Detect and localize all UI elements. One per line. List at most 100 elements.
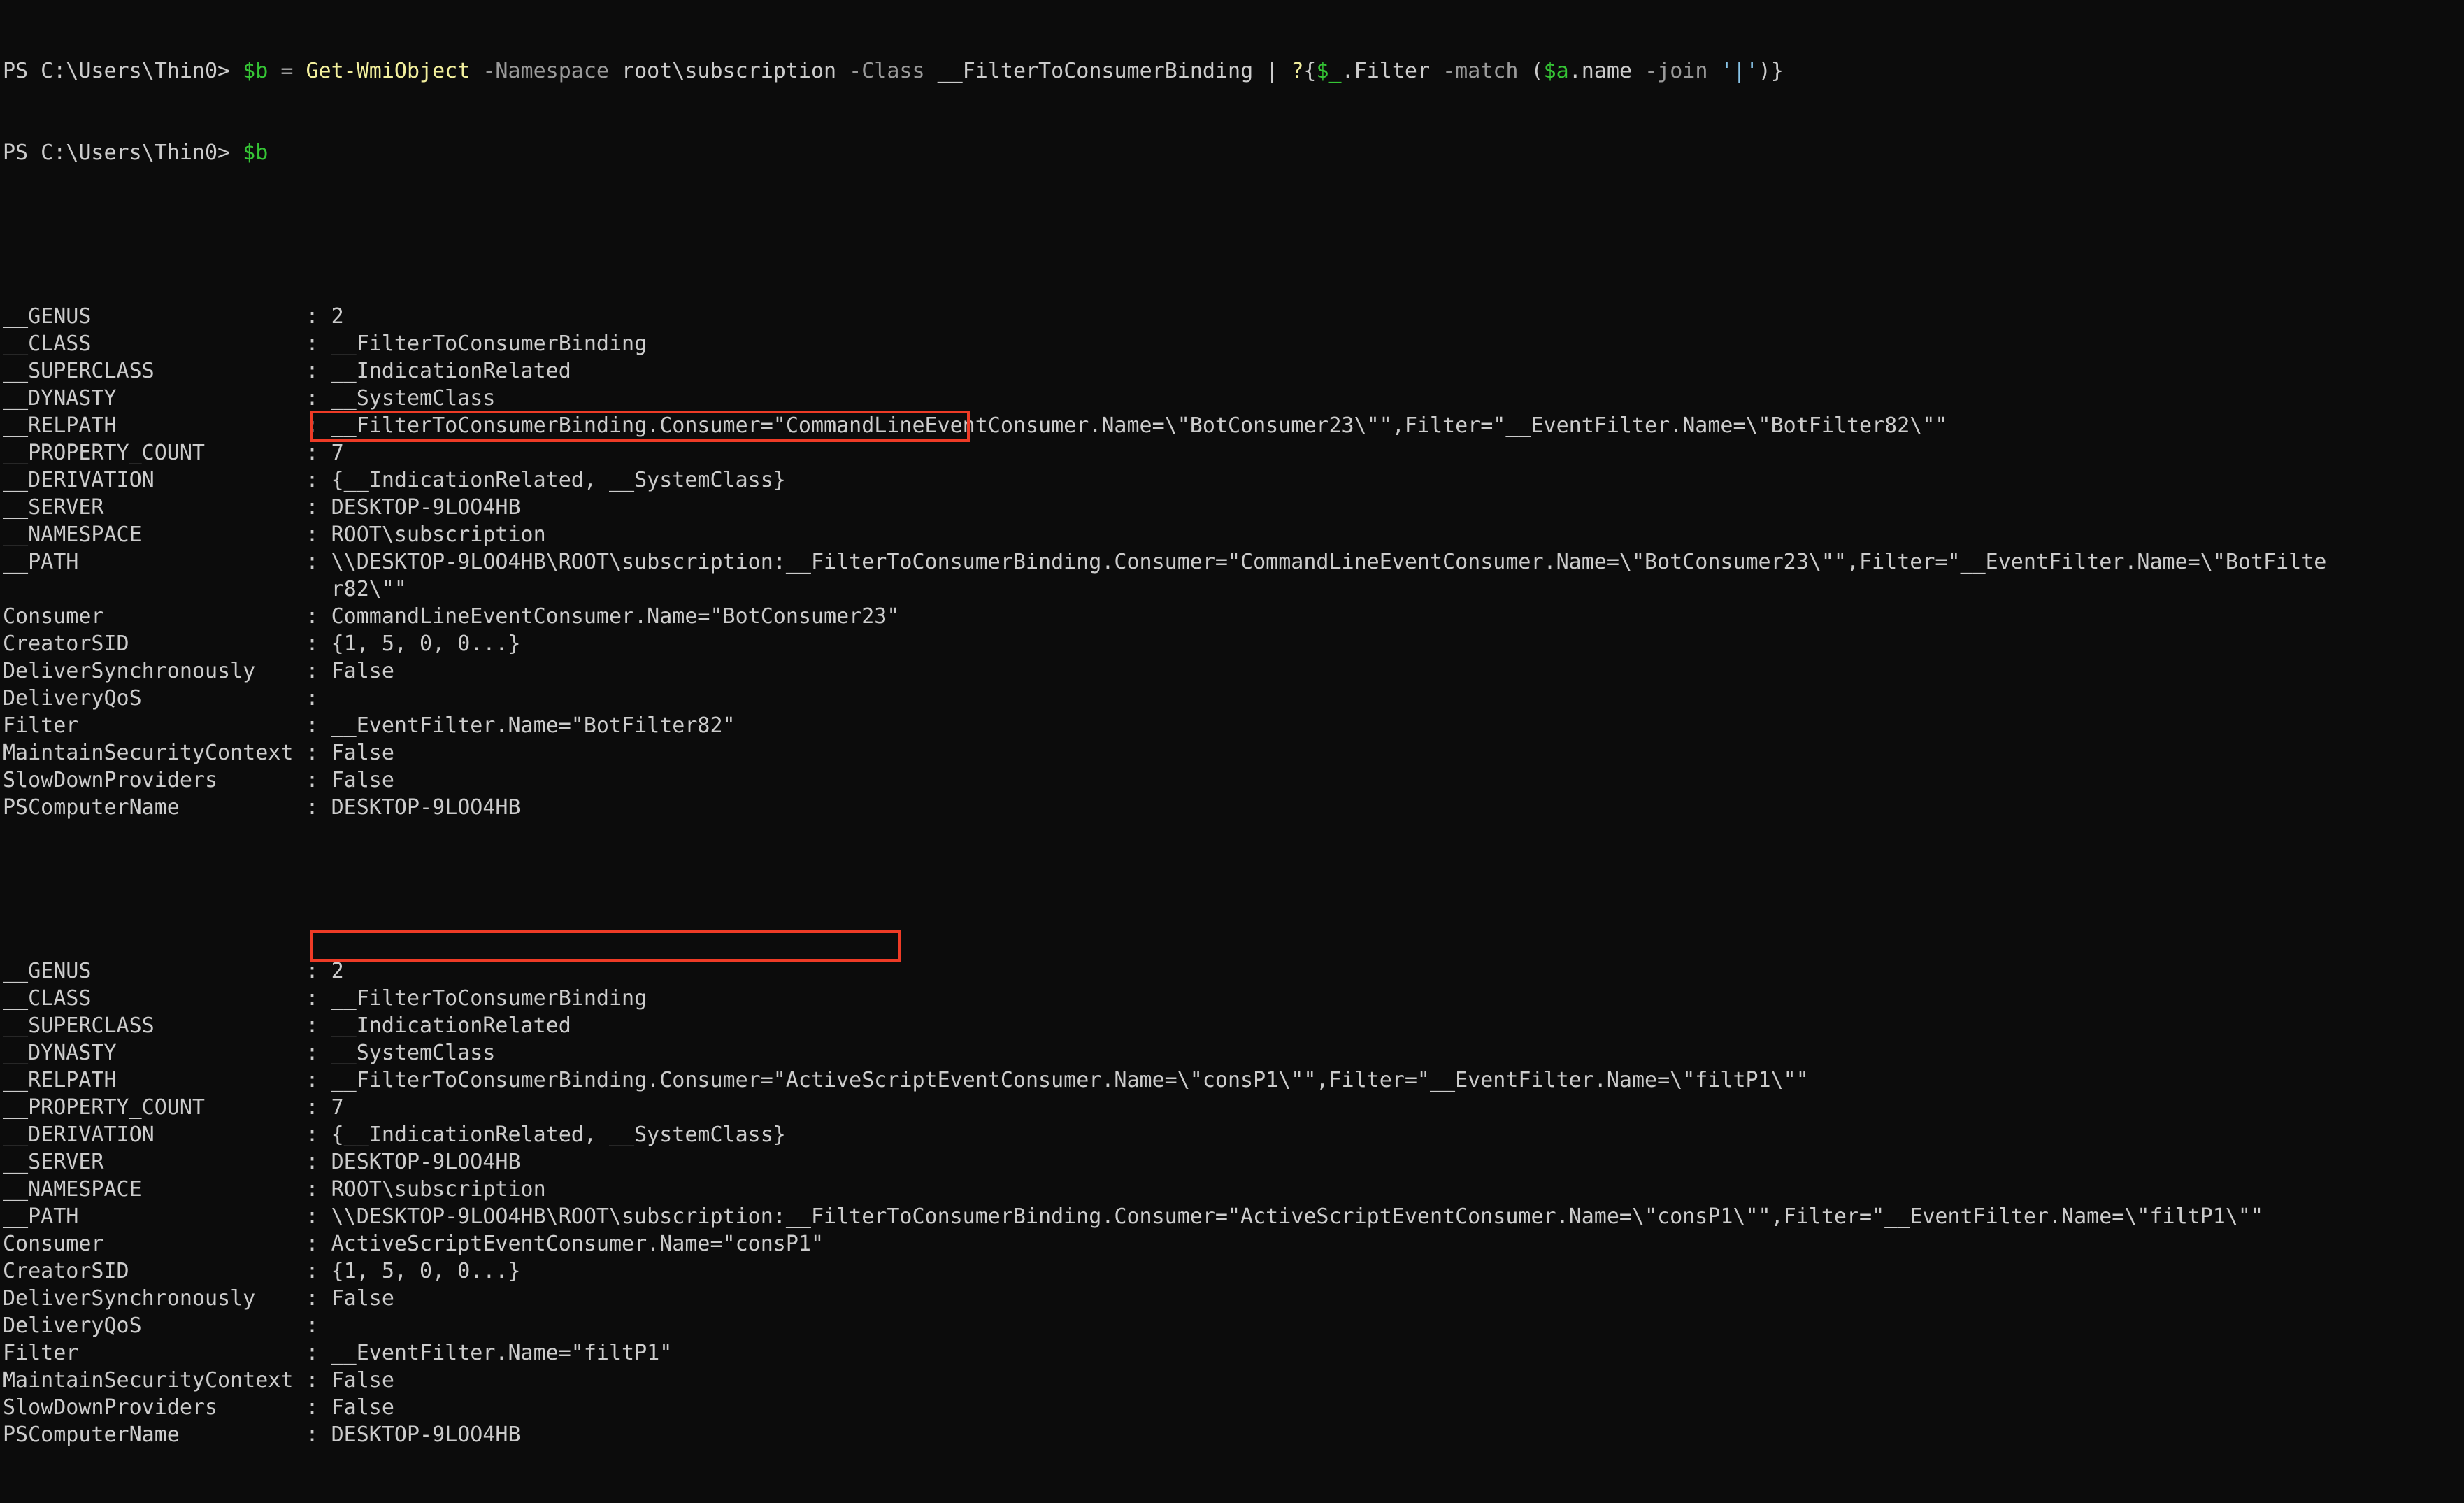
- property-line: MaintainSecurityContext : False: [3, 1367, 2464, 1394]
- property-line: DeliveryQoS :: [3, 685, 2464, 712]
- property-value: __EventFilter.Name="filtP1": [331, 1341, 673, 1365]
- property-name: __RELPATH: [3, 413, 306, 438]
- property-line: __DERIVATION : {__IndicationRelated, __S…: [3, 1121, 2464, 1148]
- property-name: __PATH: [3, 1204, 306, 1229]
- property-value: CommandLineEventConsumer.Name="BotConsum…: [331, 604, 900, 629]
- wmi-object-1: __GENUS : 2 __CLASS : __FilterToConsumerB…: [3, 303, 2464, 821]
- property-line: __SUPERCLASS : __IndicationRelated: [3, 357, 2464, 385]
- terminal-screen: PS C:\Users\Thin0> $b = Get-WmiObject -N…: [3, 3, 2464, 1503]
- property-name: __DYNASTY: [3, 386, 306, 411]
- property-name: __SERVER: [3, 1150, 306, 1174]
- property-line: __SERVER : DESKTOP-9LOO4HB: [3, 1148, 2464, 1176]
- property-name: __NAMESPACE: [3, 1177, 306, 1202]
- property-name: __GENUS: [3, 304, 306, 329]
- property-separator: :: [306, 795, 331, 820]
- property-separator: :: [306, 468, 331, 492]
- property-value: {__IndicationRelated, __SystemClass}: [331, 468, 786, 492]
- command-token: -join: [1645, 59, 1708, 83]
- property-continuation-line: r82\"": [3, 576, 2464, 603]
- property-separator: :: [306, 1123, 331, 1147]
- property-line: DeliverSynchronously : False: [3, 1285, 2464, 1312]
- property-line: __CLASS : __FilterToConsumerBinding: [3, 985, 2464, 1012]
- property-name: MaintainSecurityContext: [3, 1368, 306, 1392]
- property-separator: :: [306, 1041, 331, 1065]
- command-token: __FilterToConsumerBinding: [924, 59, 1266, 83]
- property-name: CreatorSID: [3, 632, 306, 656]
- property-line: __PROPERTY_COUNT : 7: [3, 1094, 2464, 1121]
- command-line-2[interactable]: PS C:\Users\Thin0> $b: [3, 139, 2464, 166]
- property-value: 2: [331, 304, 344, 329]
- property-value: False: [331, 1368, 394, 1392]
- property-line: __CLASS : __FilterToConsumerBinding: [3, 330, 2464, 357]
- command-token: -Namespace: [482, 59, 609, 83]
- property-name: __GENUS: [3, 959, 306, 983]
- property-name: Filter: [3, 1341, 306, 1365]
- command-token: $a: [1543, 59, 1569, 83]
- command-token: -match: [1442, 59, 1519, 83]
- property-name: PSComputerName: [3, 1423, 306, 1447]
- property-separator: :: [306, 1204, 331, 1229]
- command-token: {: [1303, 59, 1317, 83]
- property-line: __DERIVATION : {__IndicationRelated, __S…: [3, 466, 2464, 494]
- property-name: __SERVER: [3, 495, 306, 520]
- command-token: .Filter: [1341, 59, 1431, 83]
- property-line: __SUPERCLASS : __IndicationRelated: [3, 1012, 2464, 1039]
- command-token: )}: [1758, 59, 1784, 83]
- command-token: root\subscription: [608, 59, 850, 83]
- property-line: __PROPERTY_COUNT : 7: [3, 439, 2464, 466]
- property-value: False: [331, 1395, 394, 1420]
- property-value: __FilterToConsumerBinding: [331, 332, 647, 356]
- property-value: False: [331, 741, 394, 765]
- property-name: __PROPERTY_COUNT: [3, 1095, 306, 1120]
- command-token: $b: [243, 59, 268, 83]
- property-value: ROOT\subscription: [331, 1177, 546, 1202]
- property-line: Filter : __EventFilter.Name="filtP1": [3, 1339, 2464, 1367]
- property-name: PSComputerName: [3, 795, 306, 820]
- property-separator: :: [306, 1013, 331, 1038]
- property-name: DeliverSynchronously: [3, 659, 306, 683]
- property-name: __PROPERTY_COUNT: [3, 441, 306, 465]
- property-separator: :: [306, 1095, 331, 1120]
- property-name: SlowDownProviders: [3, 768, 306, 792]
- property-separator: :: [306, 1313, 331, 1338]
- property-value: ActiveScriptEventConsumer.Name="consP1": [331, 1232, 824, 1256]
- property-value: ROOT\subscription: [331, 522, 546, 547]
- property-separator: :: [306, 1068, 331, 1092]
- property-line: CreatorSID : {1, 5, 0, 0...}: [3, 630, 2464, 657]
- property-name: __PATH: [3, 550, 306, 574]
- property-line: __NAMESPACE : ROOT\subscription: [3, 521, 2464, 548]
- property-name: __DYNASTY: [3, 1041, 306, 1065]
- property-line: __DYNASTY : __SystemClass: [3, 1039, 2464, 1067]
- property-value: __EventFilter.Name="BotFilter82": [331, 713, 736, 738]
- property-value: DESKTOP-9LOO4HB: [331, 1423, 521, 1447]
- property-line: Consumer : CommandLineEventConsumer.Name…: [3, 603, 2464, 630]
- property-value: 7: [331, 1095, 344, 1120]
- property-separator: :: [306, 332, 331, 356]
- property-value: __FilterToConsumerBinding.Consumer="Acti…: [331, 1068, 1809, 1092]
- property-name: MaintainSecurityContext: [3, 741, 306, 765]
- property-name: Consumer: [3, 604, 306, 629]
- property-line: __GENUS : 2: [3, 303, 2464, 330]
- command-line-1[interactable]: PS C:\Users\Thin0> $b = Get-WmiObject -N…: [3, 57, 2464, 85]
- property-separator: :: [306, 359, 331, 383]
- property-separator: :: [306, 986, 331, 1011]
- property-name: __CLASS: [3, 332, 306, 356]
- powershell-terminal[interactable]: PS C:\Users\Thin0> $b = Get-WmiObject -N…: [0, 0, 2464, 1447]
- property-name: __RELPATH: [3, 1068, 306, 1092]
- property-value: False: [331, 1286, 394, 1311]
- property-line: PSComputerName : DESKTOP-9LOO4HB: [3, 1421, 2464, 1448]
- spacer-line-2: [3, 876, 2464, 903]
- property-name: __NAMESPACE: [3, 522, 306, 547]
- property-name: DeliverSynchronously: [3, 1286, 306, 1311]
- property-value: {1, 5, 0, 0...}: [331, 632, 521, 656]
- property-name: CreatorSID: [3, 1259, 306, 1283]
- property-separator: :: [306, 768, 331, 792]
- property-separator: :: [306, 741, 331, 765]
- property-value: {__IndicationRelated, __SystemClass}: [331, 1123, 786, 1147]
- command-token: -Class: [849, 59, 925, 83]
- property-value: __FilterToConsumerBinding.Consumer="Comm…: [331, 413, 1948, 438]
- command-token: (: [1531, 59, 1544, 83]
- property-separator: :: [306, 1341, 331, 1365]
- property-separator: :: [306, 441, 331, 465]
- property-separator: :: [306, 1423, 331, 1447]
